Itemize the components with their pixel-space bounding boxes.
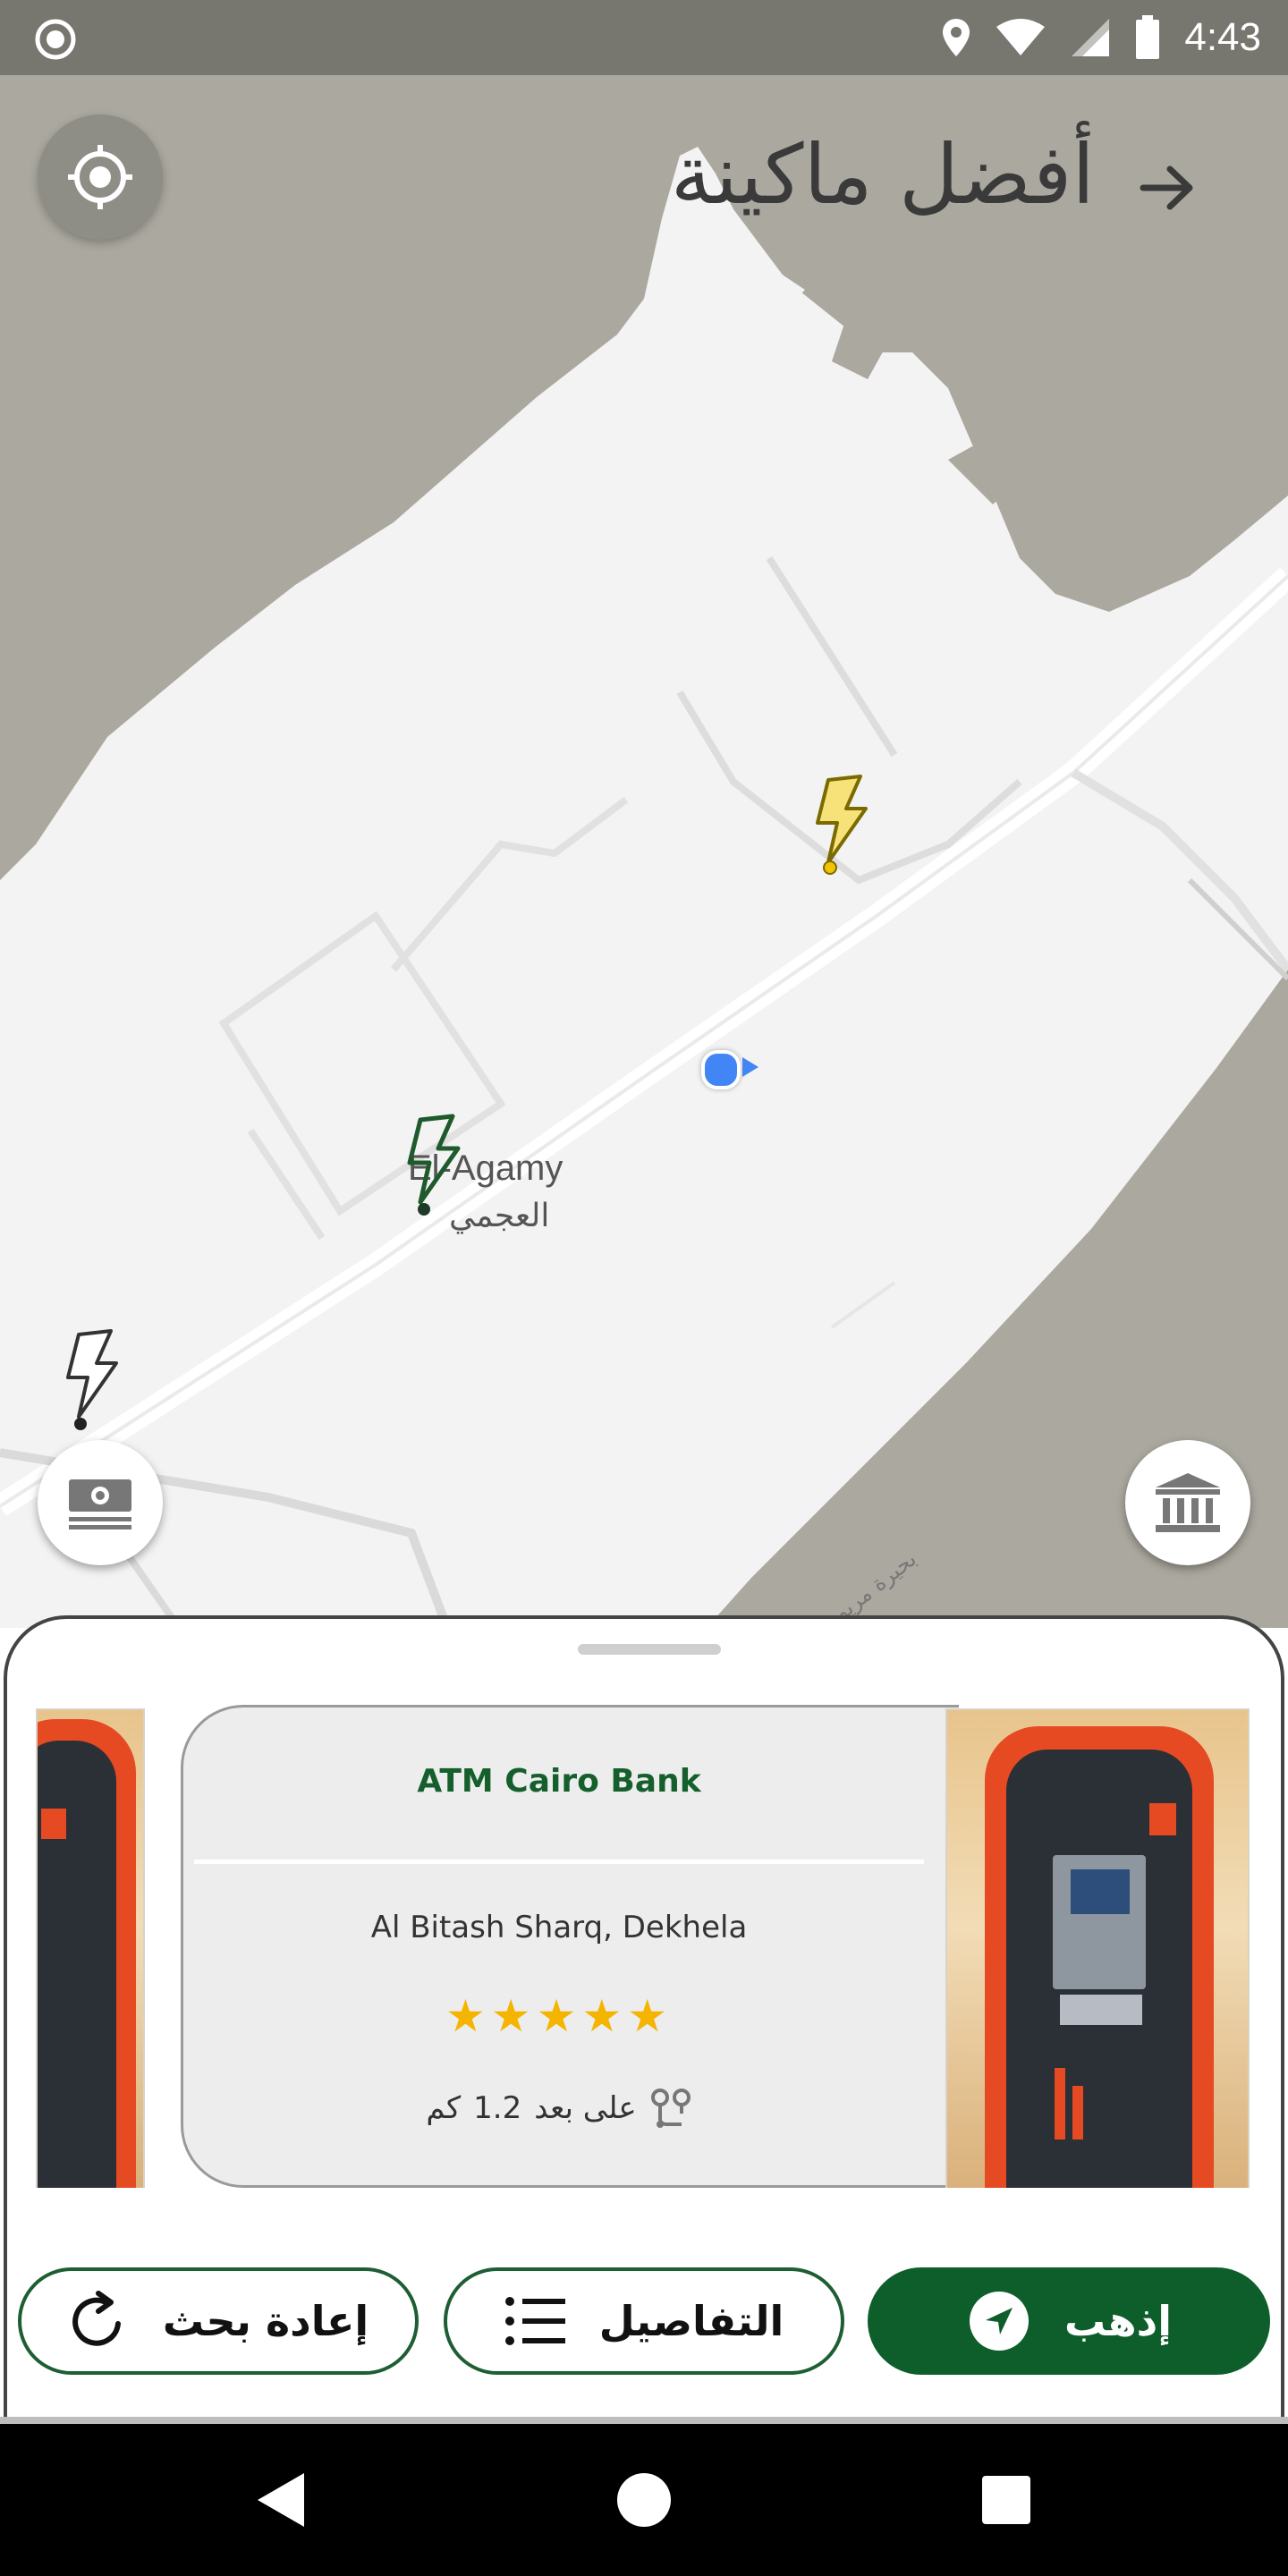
research-button[interactable]: إعادة بحث (18, 2267, 419, 2375)
banknote-icon (69, 1479, 131, 1530)
rating-stars: ★★★★★ (445, 1990, 674, 2042)
research-button-label: إعادة بحث (162, 2297, 369, 2345)
arrow-right-icon[interactable] (1136, 157, 1199, 219)
user-heading-icon (742, 1057, 758, 1077)
battery-icon (1136, 15, 1160, 59)
navigation-arrow-icon (970, 2292, 1030, 2351)
card-divider (194, 1860, 924, 1864)
clock: 4:43 (1184, 15, 1261, 59)
crosshair-icon (68, 145, 132, 209)
map-tiles (0, 75, 1288, 1628)
nav-recents-icon[interactable] (982, 2476, 1030, 2524)
status-bar: 4:43 (0, 0, 1288, 75)
user-location-dot (701, 1050, 741, 1089)
refresh-icon (72, 2291, 121, 2346)
sheet-drag-handle[interactable] (578, 1644, 721, 1655)
details-button[interactable]: التفاصيل (444, 2267, 844, 2375)
atm-pin-dark[interactable] (52, 1327, 123, 1435)
go-button[interactable]: إذهب (868, 2267, 1270, 2375)
wifi-icon (996, 19, 1046, 55)
atm-name: ATM Cairo Bank (417, 1763, 701, 1800)
cell-signal-icon (1072, 19, 1110, 56)
map-view[interactable]: El-Agamy العجمي بحيرة مريوط 40 (0, 75, 1288, 1628)
bank-icon (1156, 1473, 1220, 1532)
atm-carousel[interactable]: ATM Cairo Bank Al Bitash Sharq, Dekhela … (36, 1696, 1261, 2188)
details-button-label: التفاصيل (598, 2297, 784, 2345)
cash-atm-button[interactable] (38, 1440, 163, 1565)
nav-home-icon[interactable] (617, 2473, 671, 2527)
page-title: أفضل ماكينة (670, 127, 1095, 223)
record-indicator-icon (35, 19, 76, 60)
bank-branch-button[interactable] (1125, 1440, 1250, 1565)
location-icon (943, 19, 970, 56)
atm-pin-green[interactable] (394, 1113, 465, 1220)
distance-prefix: على بعد (534, 2090, 637, 2126)
atm-photo-previous[interactable] (36, 1708, 145, 2188)
atm-info-card[interactable]: ATM Cairo Bank Al Bitash Sharq, Dekhela … (181, 1705, 959, 2188)
atm-address: Al Bitash Sharq, Dekhela (370, 1910, 748, 1945)
locate-me-button[interactable] (38, 114, 163, 240)
atm-pin-yellow[interactable] (801, 773, 873, 880)
sheet-bottom-divider (0, 2417, 1288, 2424)
atm-distance: على بعد 1.2 كم (183, 2087, 935, 2130)
distance-unit: كم (426, 2090, 462, 2126)
list-icon (504, 2297, 565, 2345)
go-button-label: إذهب (1064, 2297, 1172, 2345)
route-pin-icon (650, 2089, 691, 2128)
nav-back-icon[interactable] (258, 2473, 304, 2527)
atm-photo-main[interactable] (945, 1708, 1250, 2188)
distance-value: 1.2 (473, 2090, 522, 2126)
